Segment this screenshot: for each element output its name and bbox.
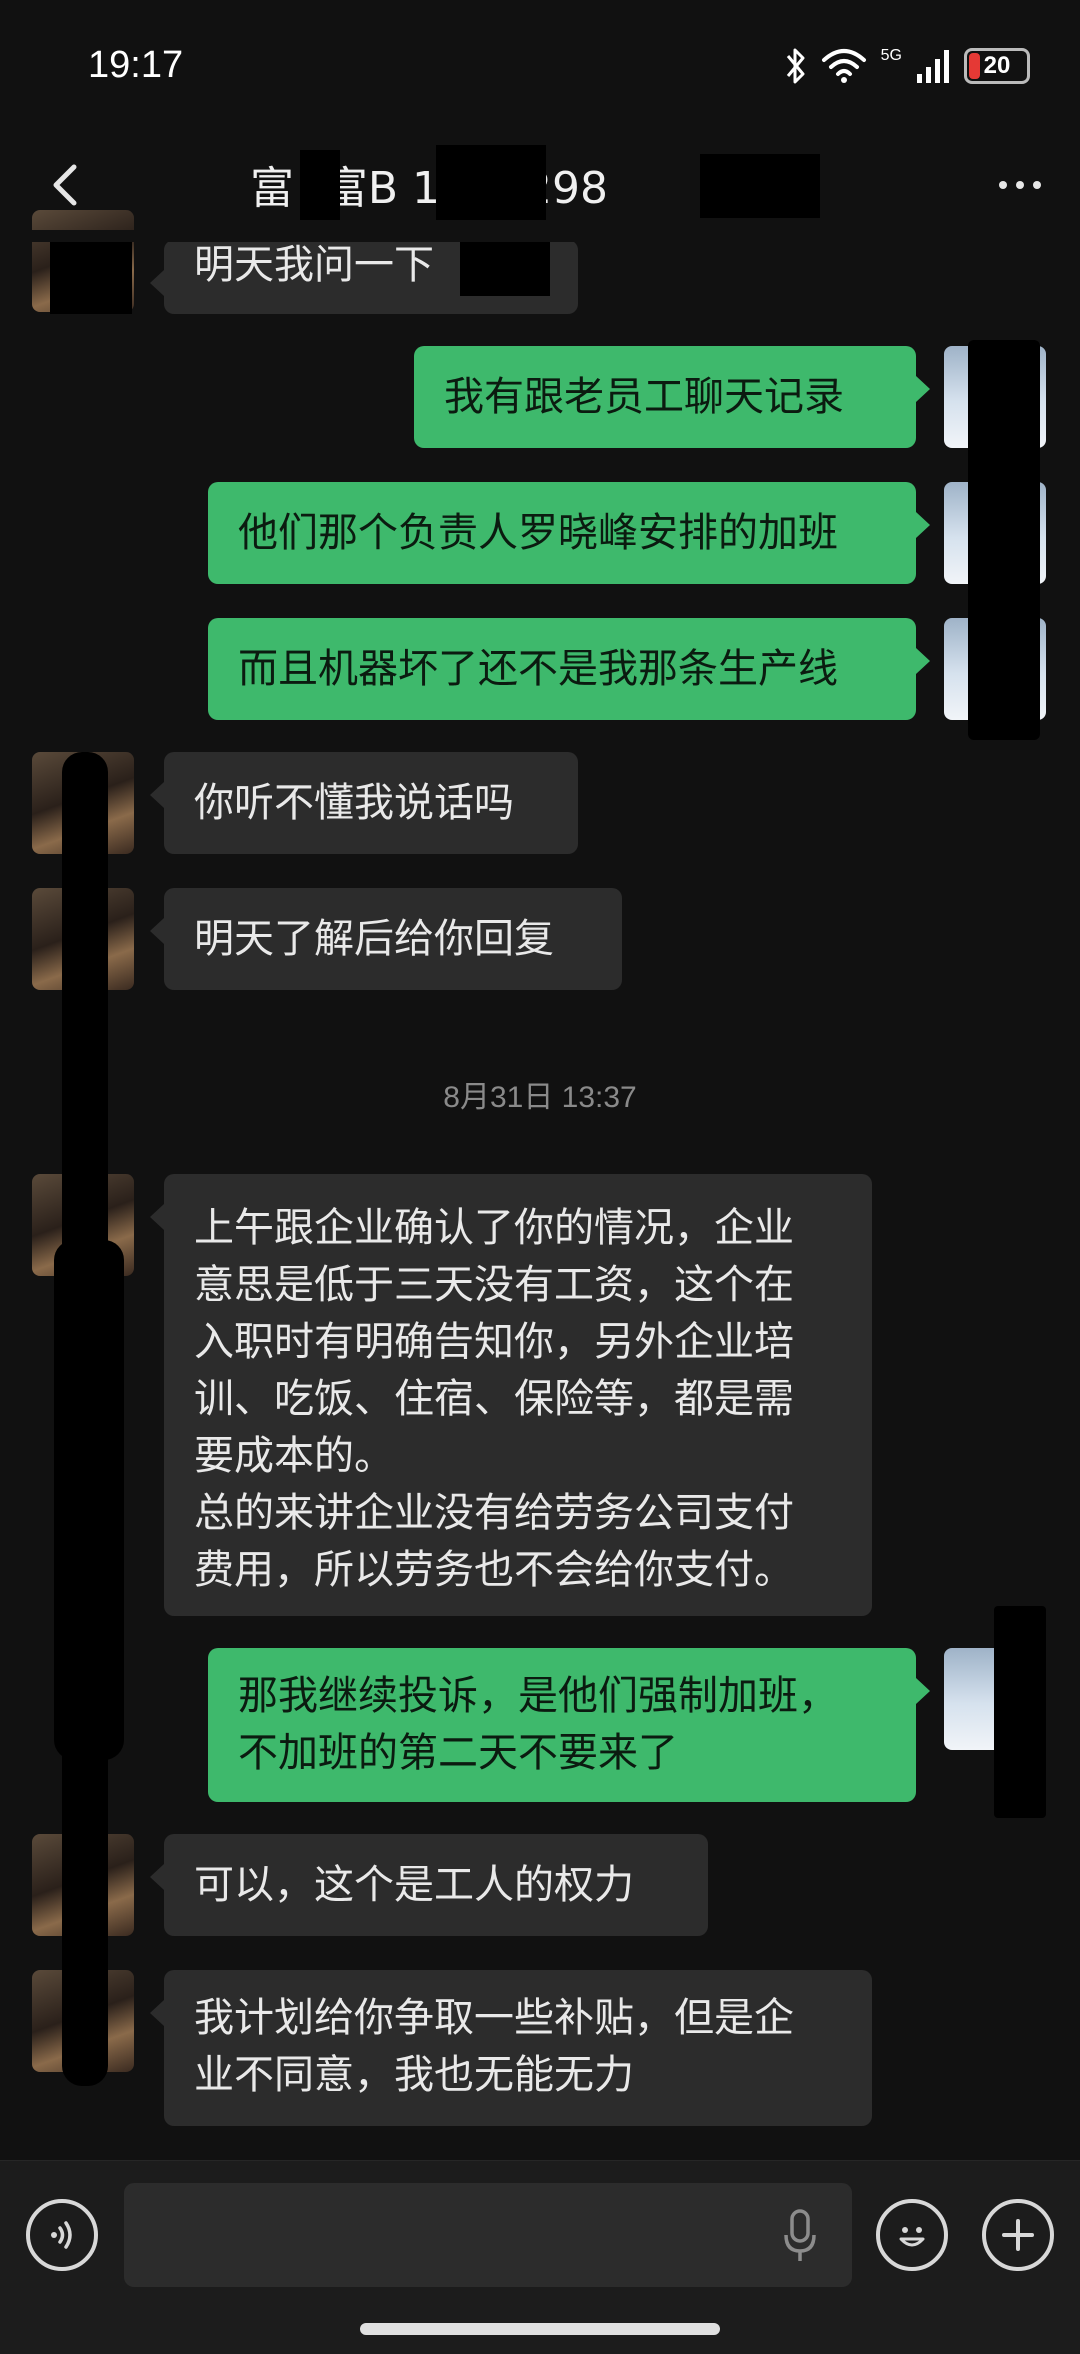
more-functions-button[interactable] — [982, 2199, 1054, 2271]
outgoing-message-bubble[interactable]: 而且机器坏了还不是我那条生产线 — [208, 618, 930, 720]
incoming-message-bubble[interactable]: 你听不懂我说话吗 — [150, 752, 578, 854]
redaction-mask — [968, 340, 1040, 740]
battery-indicator: 20 — [964, 48, 1030, 84]
battery-fill — [969, 53, 980, 79]
redaction-mask — [700, 154, 820, 218]
outgoing-message-bubble[interactable]: 那我继续投诉，是他们强制加班， 不加班的第二天不要来了 — [208, 1648, 930, 1802]
more-options-button[interactable] — [988, 158, 1052, 212]
more-dots-icon — [999, 181, 1007, 189]
bluetooth-icon — [786, 48, 805, 84]
redaction-mask — [994, 1606, 1046, 1818]
redaction-mask — [50, 242, 132, 314]
plus-icon — [1002, 2219, 1034, 2251]
input-bar — [0, 2160, 1080, 2354]
voice-icon — [51, 2221, 72, 2249]
redaction-mask — [436, 145, 546, 220]
status-icons: 5G 20 — [785, 46, 1030, 86]
status-time: 19:17 — [88, 44, 184, 86]
chat-header: 富 -富B 1885298 — [0, 140, 1080, 230]
outgoing-message-bubble[interactable]: 他们那个负责人罗晓峰安排的加班 — [208, 482, 930, 584]
emoji-icon — [899, 2227, 925, 2247]
signal-icon — [917, 50, 949, 83]
chevron-left-icon — [53, 164, 77, 206]
battery-level-label: 20 — [983, 52, 1011, 79]
redaction-mask — [54, 1240, 124, 1760]
message-input[interactable] — [124, 2183, 852, 2287]
redaction-mask — [300, 150, 340, 220]
scroll-edge — [0, 230, 1080, 242]
network-type-label: 5G — [880, 47, 902, 64]
wifi-icon — [821, 49, 866, 83]
incoming-message-bubble[interactable]: 明天了解后给你回复 — [150, 888, 622, 990]
emoji-button[interactable] — [876, 2199, 948, 2271]
status-bar: 19:17 5G 20 — [0, 0, 1080, 140]
home-indicator[interactable] — [360, 2323, 720, 2335]
redaction-mask — [460, 238, 550, 296]
back-button[interactable] — [38, 155, 98, 215]
voice-mode-button[interactable] — [26, 2199, 98, 2271]
chat-timestamp: 8月31日 13:37 — [443, 1081, 637, 1114]
outgoing-message-bubble[interactable]: 我有跟老员工聊天记录 — [414, 346, 930, 448]
incoming-message-bubble[interactable]: 我计划给你争取一些补贴，但是企 业不同意，我也无能无力 — [150, 1970, 872, 2126]
incoming-message-bubble[interactable]: 可以，这个是工人的权力 — [150, 1834, 708, 1936]
incoming-message-bubble[interactable]: 上午跟企业确认了你的情况，企业 意思是低于三天没有工资，这个在 入职时有明确告知… — [150, 1174, 872, 1616]
mic-icon[interactable] — [780, 2207, 820, 2267]
